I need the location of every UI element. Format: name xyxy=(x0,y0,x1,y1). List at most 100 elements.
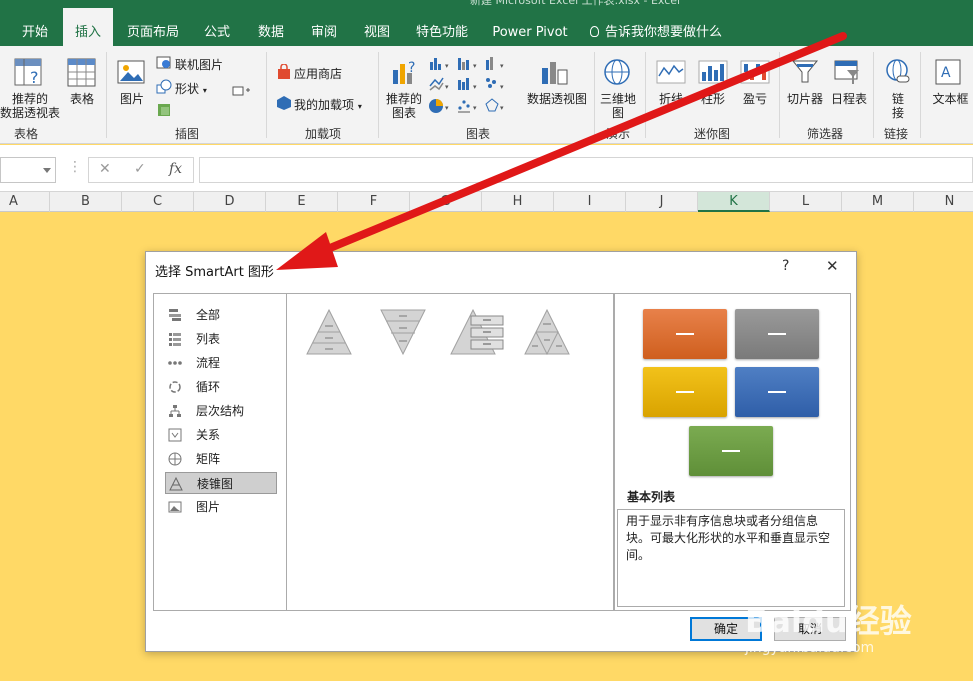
column-header-c[interactable]: C xyxy=(122,192,194,212)
column-header-i[interactable]: I xyxy=(554,192,626,212)
slicer-button[interactable]: 切片器 xyxy=(783,92,827,106)
insert-function-button[interactable]: fx xyxy=(169,161,182,177)
store-icon xyxy=(278,64,290,79)
tab-insert[interactable]: 插入 xyxy=(63,8,113,46)
basic-pyramid-layout[interactable] xyxy=(303,306,359,356)
category-list-item[interactable]: 列表 xyxy=(165,328,277,350)
chart-type-gallery[interactable]: ▾ ▾ ▾ ▾ ▾ ▾ ▾ ▾ ▾ xyxy=(428,56,520,120)
sparkline-winloss-button[interactable]: 盈亏 xyxy=(735,92,775,106)
svg-text:▾: ▾ xyxy=(445,83,449,91)
tab-special[interactable]: 特色功能 xyxy=(410,8,474,46)
tab-power-pivot[interactable]: Power Pivot xyxy=(488,8,572,46)
tab-home[interactable]: 开始 xyxy=(14,8,56,46)
ribbon-divider xyxy=(106,52,107,138)
category-process[interactable]: 流程 xyxy=(165,352,277,374)
ribbon-divider xyxy=(378,52,379,138)
table-button[interactable]: 表格 xyxy=(62,92,102,106)
ribbon-divider xyxy=(266,52,267,138)
column-header-f[interactable]: F xyxy=(338,192,410,212)
timeline-button[interactable]: 日程表 xyxy=(827,92,871,106)
column-header-d[interactable]: D xyxy=(194,192,266,212)
category-cycle[interactable]: 循环 xyxy=(165,376,277,398)
svg-text:▾: ▾ xyxy=(500,83,504,91)
pyramid-list-layout[interactable] xyxy=(449,306,509,356)
shapes-label: 形状 xyxy=(175,82,200,96)
window-title: 新建 Microsoft Excel 工作表.xlsx - Excel xyxy=(470,0,681,7)
group-label-addins: 加载项 xyxy=(305,127,342,141)
column-header-m[interactable]: M xyxy=(842,192,914,212)
formula-input[interactable] xyxy=(199,157,973,183)
chevron-down-icon: ▾ xyxy=(202,86,207,95)
preview-shape-yellow xyxy=(643,367,727,417)
name-box[interactable] xyxy=(0,157,56,183)
group-label-illustrations: 插图 xyxy=(175,127,200,141)
chevron-down-icon xyxy=(43,168,51,173)
column-header-e[interactable]: E xyxy=(266,192,338,212)
enter-formula-button[interactable]: ✓ xyxy=(134,161,146,177)
category-matrix[interactable]: 矩阵 xyxy=(165,448,277,470)
title-bar: 新建 Microsoft Excel 工作表.xlsx - Excel xyxy=(0,0,973,8)
pivot-chart-button[interactable]: 数据透视图 xyxy=(522,92,592,106)
3d-map-icon xyxy=(604,59,630,85)
category-pyramid[interactable]: 棱锥图 xyxy=(165,472,277,494)
category-relationship[interactable]: 关系 xyxy=(165,424,277,446)
category-label: 图片 xyxy=(196,500,221,514)
formula-bar: ⋮ ✕ ✓ fx xyxy=(0,145,973,192)
close-button[interactable]: ✕ xyxy=(826,257,839,275)
hierarchy-icon xyxy=(169,405,181,417)
inverted-pyramid-layout[interactable] xyxy=(375,306,431,356)
tell-me-text: 告诉我你想要做什么 xyxy=(605,25,723,40)
column-header-k[interactable]: K xyxy=(698,192,770,212)
3d-map-button: 三维地 图 xyxy=(596,92,640,120)
pivot-table-icon: ? xyxy=(14,58,42,87)
tab-page-layout[interactable]: 页面布局 xyxy=(122,8,184,46)
group-label-tables: 表格 xyxy=(14,127,39,141)
preview-pane: 基本列表 用于显示非有序信息块或者分组信息块。可最大化形状的水平和垂直显示空间。 xyxy=(614,293,851,611)
column-header-a[interactable]: A xyxy=(0,192,50,212)
picture-button[interactable]: 图片 xyxy=(112,92,152,106)
column-header-l[interactable]: L xyxy=(770,192,842,212)
preview-shape-orange xyxy=(643,309,727,359)
sparkline-line-button[interactable]: 折线 xyxy=(651,92,691,106)
online-picture-icon xyxy=(156,56,171,69)
sparkline-column-icon xyxy=(698,60,728,84)
category-picture[interactable]: 图片 xyxy=(165,496,277,518)
svg-text:▾: ▾ xyxy=(473,83,477,91)
ribbon-divider xyxy=(873,52,874,138)
recommended-pivot-button[interactable]: 推荐的 数据透视表 xyxy=(0,92,60,120)
category-label: 循环 xyxy=(196,380,221,394)
link-icon xyxy=(886,59,910,83)
my-addins-button[interactable]: 我的加载项 ▾ xyxy=(294,96,362,113)
category-label: 关系 xyxy=(196,428,221,442)
column-header-h[interactable]: H xyxy=(482,192,554,212)
sparkline-column-button[interactable]: 柱形 xyxy=(693,92,733,106)
column-header-j[interactable]: J xyxy=(626,192,698,212)
category-label: 棱锥图 xyxy=(197,477,234,491)
store-button[interactable]: 应用商店 xyxy=(294,65,342,82)
cancel-formula-button[interactable]: ✕ xyxy=(99,161,111,177)
process-icon xyxy=(168,361,182,365)
online-picture-button[interactable]: 联机图片 xyxy=(175,56,223,73)
drag-handle-icon[interactable]: ⋮ xyxy=(68,159,82,175)
textbox-button[interactable]: 文本框 xyxy=(928,92,973,106)
ribbon-divider xyxy=(779,52,780,138)
segmented-pyramid-layout[interactable] xyxy=(521,306,577,356)
preview-shape-blue xyxy=(735,367,819,417)
shapes-button[interactable]: 形状 ▾ xyxy=(175,80,207,97)
tab-formulas[interactable]: 公式 xyxy=(196,8,238,46)
category-all[interactable]: 全部 xyxy=(165,304,277,326)
pivot-chart-icon xyxy=(542,62,568,85)
tab-review[interactable]: 审阅 xyxy=(303,8,345,46)
tell-me-box[interactable]: 告诉我你想要做什么 xyxy=(590,8,730,46)
column-header-b[interactable]: B xyxy=(50,192,122,212)
svg-text:?: ? xyxy=(30,68,39,87)
column-header-n[interactable]: N xyxy=(914,192,973,212)
screenshot-icon[interactable] xyxy=(232,84,252,98)
svg-text:▾: ▾ xyxy=(473,62,477,70)
column-header-g[interactable]: G xyxy=(410,192,482,212)
category-label: 全部 xyxy=(196,308,221,322)
help-button[interactable]: ? xyxy=(782,258,789,274)
tab-data[interactable]: 数据 xyxy=(250,8,292,46)
category-hierarchy[interactable]: 层次结构 xyxy=(165,400,277,422)
tab-view[interactable]: 视图 xyxy=(356,8,398,46)
